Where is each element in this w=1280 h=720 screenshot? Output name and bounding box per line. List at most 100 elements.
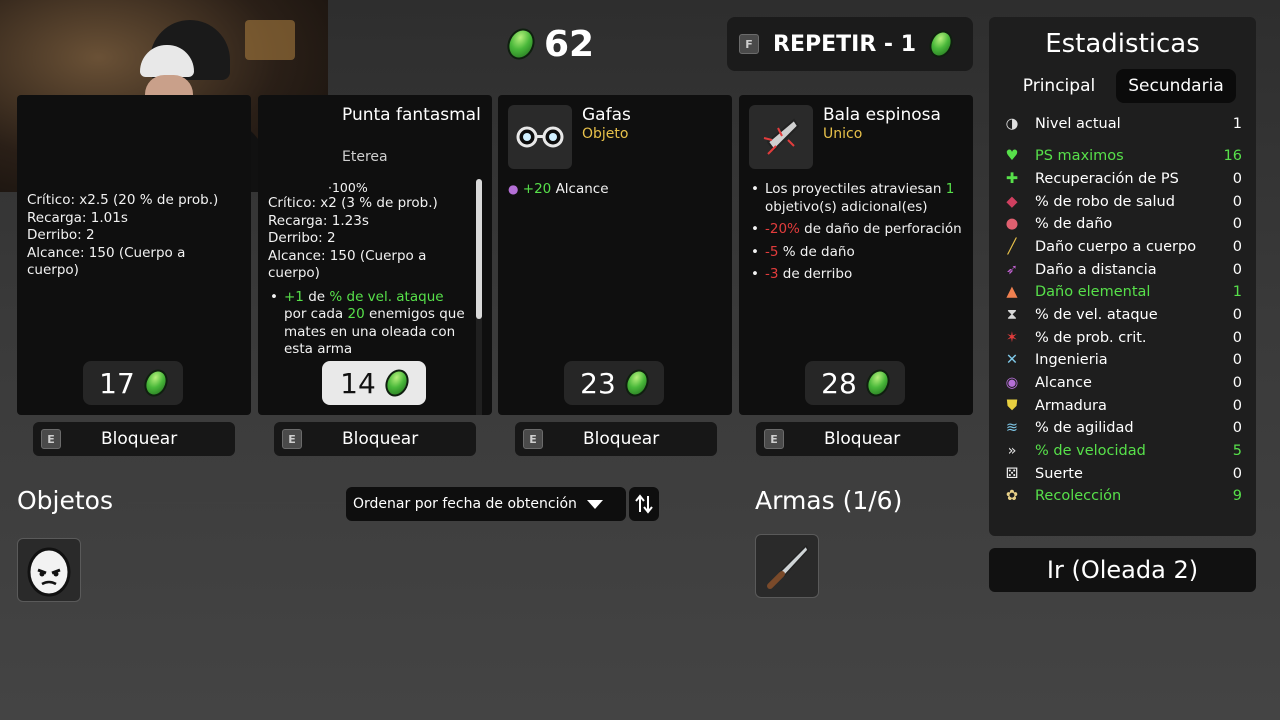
buy-button-2[interactable]: 14 [322,361,426,405]
stat-row[interactable]: ▲ Daño elemental 1 [1003,281,1242,303]
stat-row[interactable]: ╱ Daño cuerpo a cuerpo 0 [1003,236,1242,258]
card-name: Bala espinosa [823,105,941,125]
stat-row[interactable]: ✕ Ingenieria 0 [1003,349,1242,371]
knife-icon [767,544,809,589]
shop-card-2[interactable]: Punta fantasmal Eterea ·100% Crítico: x2… [258,95,492,415]
stat-value: 0 [1232,239,1242,255]
stat-label: PS maximos [1035,148,1124,164]
stat-row[interactable]: ◆ % de robo de salud 0 [1003,191,1242,213]
stat-row[interactable]: ≋ % de agilidad 0 [1003,417,1242,439]
stat-row[interactable]: ⛊ Armadura 0 [1003,395,1242,417]
tab-principal[interactable]: Principal [1011,69,1107,103]
harvest-icon: ✿ [1005,488,1019,504]
stat-row[interactable]: ● % de daño 0 [1003,213,1242,235]
stat-row[interactable]: ◉ Alcance 0 [1003,372,1242,394]
heart-icon: ♥ [1005,148,1019,164]
stat-row[interactable]: ✶ % de prob. crit. 0 [1003,327,1242,349]
melee-icon: ╱ [1007,239,1017,255]
card-effect: +1 de % de vel. ataque por cada 20 enemi… [268,289,470,359]
card-scrollbar[interactable] [476,179,482,415]
lock-label: Bloquear [342,429,419,449]
engineering-icon: ✕ [1005,352,1019,368]
stat-value: 16 [1223,148,1242,164]
range-icon: ● [508,182,519,196]
armor-icon: ⛊ [1006,398,1018,414]
lock-button-4[interactable]: E Bloquear [756,422,958,456]
reroll-button[interactable]: F REPETIR - 1 [727,17,973,71]
lock-label: Bloquear [101,429,178,449]
shop-card-3[interactable]: Gafas Objeto ● +20 Alcance 23 [498,95,732,415]
stat-value: 0 [1232,262,1242,278]
stat-value: 9 [1232,488,1242,504]
card-type: Eterea [342,149,388,165]
stat-row[interactable]: ◑ Nivel actual 1 [1003,113,1242,135]
stat-label: % de vel. ataque [1035,307,1158,323]
hourglass-icon: ⧗ [1006,307,1018,323]
damage-icon: ● [1005,216,1019,232]
speed-icon: » [1007,443,1017,459]
stat-value: 0 [1232,194,1242,210]
material-icon [380,365,413,401]
stat-label: Recuperación de PS [1035,171,1179,187]
stat-row[interactable]: ✚ Recuperación de PS 0 [1003,168,1242,190]
weapon-slot-1[interactable] [755,534,819,598]
stat-value: 0 [1232,420,1242,436]
sort-order-button[interactable] [629,487,659,521]
stat-row[interactable]: ⚄ Suerte 0 [1003,463,1242,485]
stat-range: Alcance: 150 (Cuerpo a cuerpo) [27,244,186,279]
stat-row[interactable]: ⧗ % de vel. ataque 0 [1003,304,1242,326]
stat-knockback: Derribo: 2 [268,230,336,246]
buy-button-4[interactable]: 28 [805,361,905,405]
stat-label: % de velocidad [1035,443,1146,459]
lock-button-1[interactable]: E Bloquear [33,422,235,456]
stat-value: 0 [1232,466,1242,482]
regen-icon: ✚ [1005,171,1019,187]
next-wave-button[interactable]: Ir (Oleada 2) [989,548,1256,592]
tab-secundaria[interactable]: Secundaria [1116,69,1236,103]
sort-arrows-icon [635,494,653,514]
buy-button-1[interactable]: 17 [83,361,183,405]
stat-row[interactable]: ➶ Daño a distancia 0 [1003,259,1242,281]
stat-row[interactable]: ✿ Recolección 9 [1003,485,1242,507]
card-effect: -20% de daño de perforación [749,221,963,239]
material-icon [620,365,653,401]
potato-character-icon [27,547,71,597]
dodge-icon: ≋ [1005,420,1019,436]
stat-value: 0 [1232,398,1242,414]
sort-label: Ordenar por fecha de obtención [353,496,577,512]
stat-label: Daño a distancia [1035,262,1157,278]
card-effect: Los proyectiles atraviesan 1 objetivo(s)… [749,181,963,216]
sort-dropdown[interactable]: Ordenar por fecha de obtención [346,487,626,521]
reroll-label: REPETIR - 1 [773,31,917,57]
stat-value: 0 [1232,330,1242,346]
stat-label: Nivel actual [1035,116,1121,132]
lock-key-hint: E [523,429,543,449]
lock-key-hint: E [282,429,302,449]
lock-button-2[interactable]: E Bloquear [274,422,476,456]
stat-value: 5 [1232,443,1242,459]
lock-button-3[interactable]: E Bloquear [515,422,717,456]
stat-value: 1 [1232,284,1242,300]
stat-label: Alcance [1035,375,1092,391]
shop-card-4[interactable]: Bala espinosa Unico Los proyectiles atra… [739,95,973,415]
spiky-bullet-icon [749,105,813,169]
stat-row[interactable]: » % de velocidad 5 [1003,440,1242,462]
stat-label: Daño elemental [1035,284,1151,300]
stat-label: Suerte [1035,466,1083,482]
stat-crit: Crítico: x2 (3 % de prob.) [268,195,438,211]
card-2-stats: Crítico: x2 (3 % de prob.) Recarga: 1.23… [268,195,470,364]
material-icon [502,24,540,64]
card-effect: -3 de derribo [749,266,963,284]
buy-button-3[interactable]: 23 [564,361,664,405]
currency-value: 62 [544,23,595,65]
stats-title: Estadisticas [1045,29,1200,59]
stat-row[interactable]: ♥ PS maximos 16 [1003,145,1243,167]
shop-card-1[interactable]: Crítico: x2.5 (20 % de prob.) Recarga: 1… [17,95,251,415]
stat-value: 0 [1232,352,1242,368]
material-icon [861,365,894,401]
card-effects: Los proyectiles atraviesan 1 objetivo(s)… [749,181,963,289]
stat-cooldown: Recarga: 1.01s [27,209,128,226]
stat-label: % de agilidad [1035,420,1134,436]
stat-knockback: Derribo: 2 [27,227,95,243]
item-slot-1[interactable] [17,538,81,602]
